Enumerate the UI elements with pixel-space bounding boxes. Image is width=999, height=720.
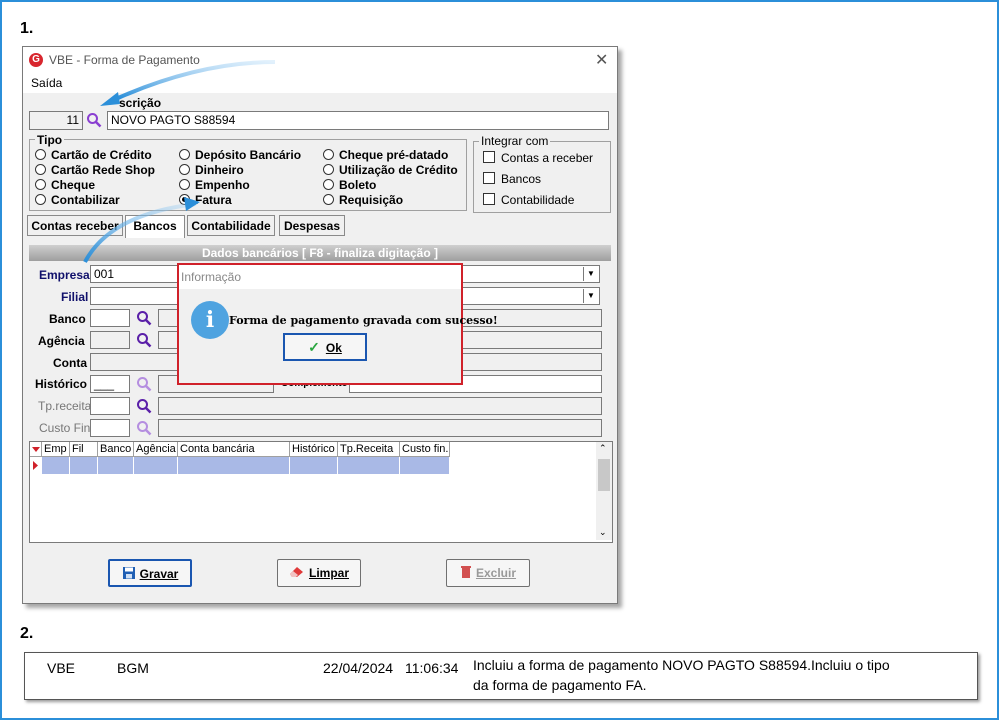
- arrow-to-fatura: [83, 202, 197, 263]
- arrow-head-icon: [184, 197, 200, 211]
- log-system: VBE: [47, 660, 76, 676]
- arrow-to-search: [117, 60, 276, 100]
- log-user: BGM: [117, 660, 149, 676]
- step-two-label: 2.: [20, 625, 34, 642]
- arrow-head-icon: [100, 92, 120, 106]
- annotation-arrows: [83, 60, 276, 263]
- log-message-line2: da forma de pagamento FA.: [473, 677, 647, 693]
- audit-log-entry: VBE BGM 22/04/2024 11:06:34 Incluiu a fo…: [24, 652, 978, 700]
- log-date: 22/04/2024: [323, 660, 394, 676]
- log-time: 11:06:34: [405, 660, 459, 676]
- log-message-line1: Incluiu a forma de pagamento NOVO PAGTO …: [473, 657, 890, 673]
